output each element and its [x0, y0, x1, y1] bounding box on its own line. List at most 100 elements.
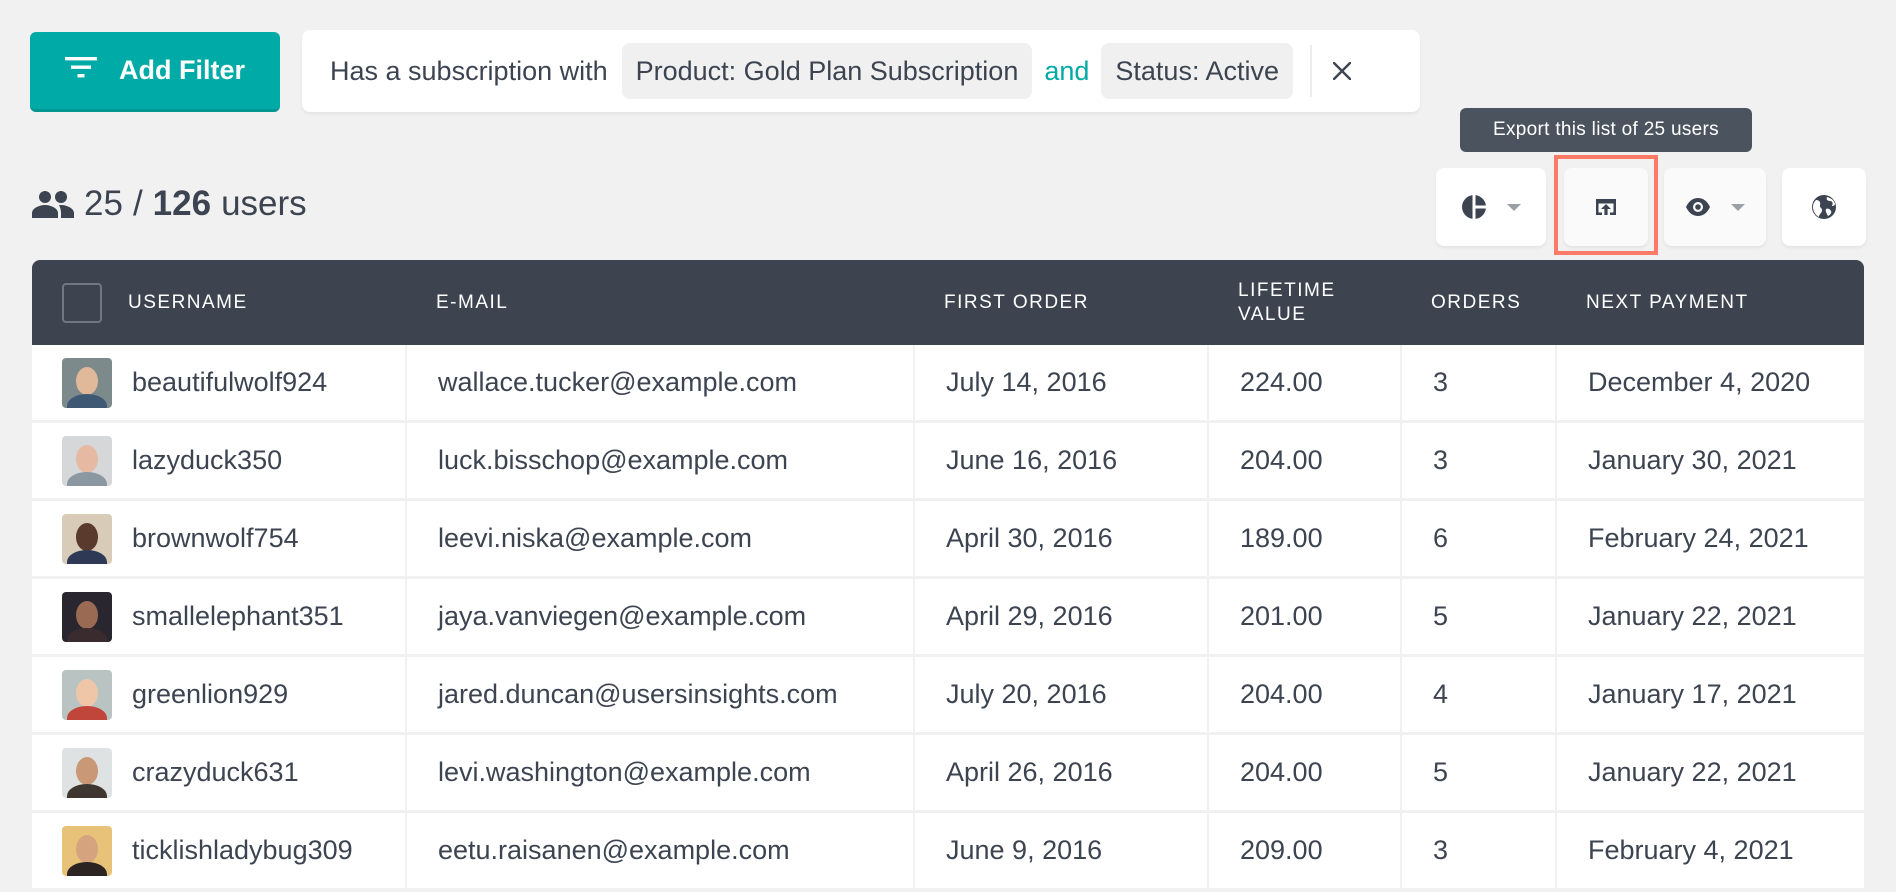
table-row[interactable]: lazyduck350 luck.bisschop@example.com Ju… — [32, 423, 1864, 501]
filtered-count: 25 — [84, 184, 123, 223]
people-icon — [32, 191, 74, 218]
first-order-cell: July 14, 2016 — [913, 345, 1207, 420]
first-order: April 30, 2016 — [946, 523, 1113, 553]
filter-condition-product[interactable]: Product: Gold Plan Subscription — [621, 43, 1033, 99]
next-payment-cell: February 4, 2021 — [1555, 813, 1864, 888]
first-order: July 14, 2016 — [946, 367, 1107, 397]
lifetime-value: 209.00 — [1240, 835, 1323, 865]
username[interactable]: ticklishladybug309 — [132, 835, 353, 866]
export-button[interactable] — [1564, 168, 1648, 246]
first-order-cell: June 16, 2016 — [913, 423, 1207, 498]
column-header-email[interactable]: E-mail — [405, 260, 913, 345]
avatar — [62, 357, 112, 408]
eye-icon — [1686, 198, 1710, 216]
username[interactable]: beautifulwolf924 — [132, 367, 327, 398]
pie-chart-icon — [1462, 195, 1486, 219]
orders-cell: 3 — [1400, 345, 1555, 420]
username[interactable]: greenlion929 — [132, 679, 288, 710]
next-payment: January 17, 2021 — [1588, 679, 1797, 709]
table-row[interactable]: greenlion929 jared.duncan@usersinsights.… — [32, 657, 1864, 735]
first-order: June 9, 2016 — [946, 835, 1103, 865]
lifetime-value-cell: 209.00 — [1207, 813, 1400, 888]
username[interactable]: lazyduck350 — [132, 445, 282, 476]
orders: 4 — [1433, 679, 1449, 709]
count-unit: users — [221, 184, 307, 223]
email: jared.duncan@usersinsights.com — [438, 679, 838, 709]
lifetime-value: 224.00 — [1240, 367, 1323, 397]
add-filter-button[interactable]: Add Filter — [30, 32, 280, 112]
orders-cell: 4 — [1400, 657, 1555, 732]
email-cell: luck.bisschop@example.com — [405, 423, 913, 498]
email: luck.bisschop@example.com — [438, 445, 789, 475]
next-payment-cell: January 30, 2021 — [1555, 423, 1864, 498]
username-cell[interactable]: brownwolf754 — [32, 501, 405, 576]
username[interactable]: smallelephant351 — [132, 601, 344, 632]
next-payment: December 4, 2020 — [1588, 367, 1811, 397]
filter-divider — [1310, 45, 1312, 97]
username-cell[interactable]: beautifulwolf924 — [32, 345, 405, 420]
email-cell: wallace.tucker@example.com — [405, 345, 913, 420]
email: eetu.raisanen@example.com — [438, 835, 790, 865]
orders: 6 — [1433, 523, 1449, 553]
columns-visibility-button[interactable] — [1664, 168, 1766, 246]
segments-button[interactable] — [1436, 168, 1546, 246]
users-table: Username E-mail First Order Lifetime Val… — [32, 260, 1864, 891]
lifetime-value: 204.00 — [1240, 757, 1323, 787]
next-payment: January 30, 2021 — [1588, 445, 1797, 475]
next-payment-cell: January 22, 2021 — [1555, 735, 1864, 810]
table-row[interactable]: beautifulwolf924 wallace.tucker@example.… — [32, 345, 1864, 423]
username[interactable]: brownwolf754 — [132, 523, 299, 554]
table-header: Username E-mail First Order Lifetime Val… — [32, 260, 1864, 345]
column-label: E-mail — [436, 291, 509, 313]
lifetime-value: 204.00 — [1240, 445, 1323, 475]
lifetime-value-cell: 201.00 — [1207, 579, 1400, 654]
table-row[interactable]: crazyduck631 levi.washington@example.com… — [32, 735, 1864, 813]
clear-filter-button[interactable] — [1318, 47, 1366, 95]
orders: 5 — [1433, 601, 1449, 631]
map-view-button[interactable] — [1782, 168, 1866, 246]
username[interactable]: crazyduck631 — [132, 757, 299, 788]
column-header-username[interactable]: Username — [32, 260, 405, 345]
count-separator: / — [132, 184, 143, 223]
username-cell[interactable]: smallelephant351 — [32, 579, 405, 654]
avatar — [62, 591, 112, 642]
column-label: Username — [128, 291, 248, 313]
email-cell: leevi.niska@example.com — [405, 501, 913, 576]
users-page: Add Filter Has a subscription with Produ… — [0, 0, 1896, 892]
next-payment-cell: January 17, 2021 — [1555, 657, 1864, 732]
column-header-lifetime-value[interactable]: Lifetime Value — [1207, 260, 1400, 345]
next-payment-cell: January 22, 2021 — [1555, 579, 1864, 654]
table-row[interactable]: ticklishladybug309 eetu.raisanen@example… — [32, 813, 1864, 891]
filter-condition-status[interactable]: Status: Active — [1101, 43, 1293, 99]
filter-joiner: and — [1044, 55, 1090, 86]
username-cell[interactable]: greenlion929 — [32, 657, 405, 732]
lifetime-value: 189.00 — [1240, 523, 1323, 553]
username-cell[interactable]: ticklishladybug309 — [32, 813, 405, 888]
username-cell[interactable]: lazyduck350 — [32, 423, 405, 498]
email: levi.washington@example.com — [438, 757, 811, 787]
orders: 5 — [1433, 757, 1449, 787]
avatar — [62, 513, 112, 564]
lifetime-value-cell: 204.00 — [1207, 423, 1400, 498]
active-filter-bar: Has a subscription with Product: Gold Pl… — [302, 30, 1420, 112]
column-label: Orders — [1431, 291, 1522, 313]
table-row[interactable]: brownwolf754 leevi.niska@example.com Apr… — [32, 501, 1864, 579]
column-label: First Order — [944, 291, 1089, 313]
column-header-first-order[interactable]: First Order — [913, 260, 1207, 345]
orders-cell: 5 — [1400, 735, 1555, 810]
table-row[interactable]: smallelephant351 jaya.vanviegen@example.… — [32, 579, 1864, 657]
column-header-next-payment[interactable]: Next Payment — [1555, 260, 1864, 345]
filter-lead-text: Has a subscription with — [330, 55, 608, 86]
lifetime-value-cell: 189.00 — [1207, 501, 1400, 576]
first-order: April 26, 2016 — [946, 757, 1113, 787]
add-filter-label: Add Filter — [119, 55, 245, 85]
orders-cell: 6 — [1400, 501, 1555, 576]
avatar — [62, 825, 112, 876]
select-all-checkbox[interactable] — [62, 282, 102, 323]
orders: 3 — [1433, 367, 1449, 397]
column-header-orders[interactable]: Orders — [1400, 260, 1555, 345]
next-payment: February 4, 2021 — [1588, 835, 1794, 865]
username-cell[interactable]: crazyduck631 — [32, 735, 405, 810]
user-count: 25 / 126 users — [32, 180, 307, 228]
lifetime-value: 204.00 — [1240, 679, 1323, 709]
